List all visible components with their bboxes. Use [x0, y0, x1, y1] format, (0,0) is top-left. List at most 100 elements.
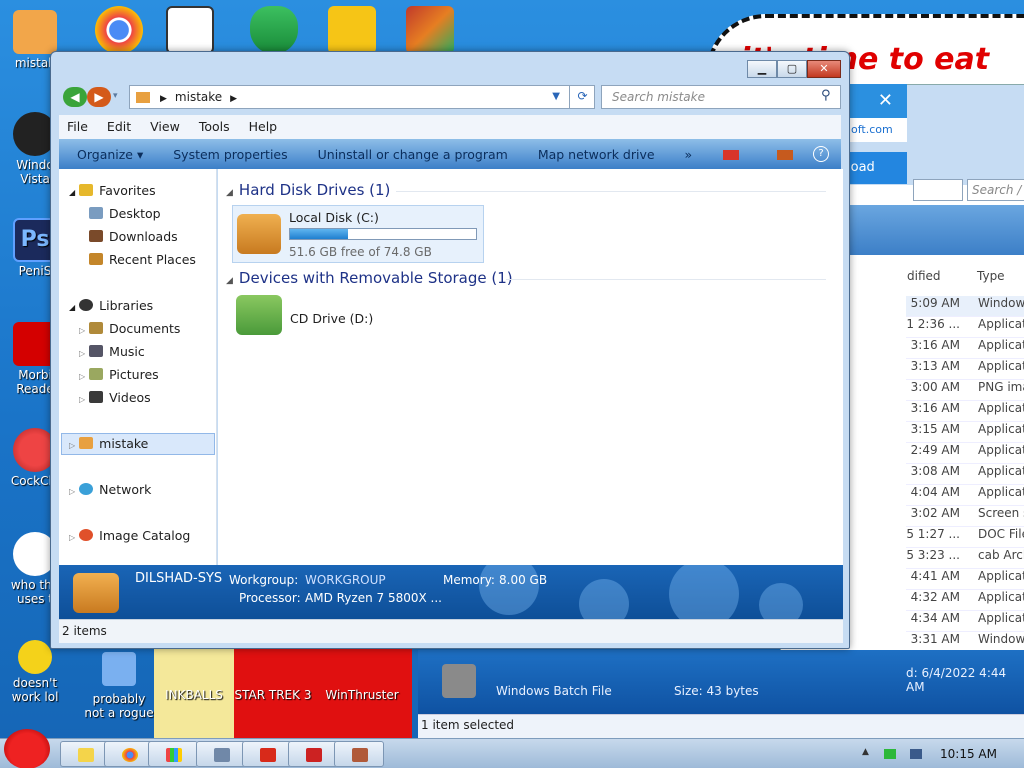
- expand-icon[interactable]: ▷: [69, 441, 75, 450]
- menu-tools[interactable]: Tools: [199, 119, 230, 139]
- nav-favorites[interactable]: ◢ Favorites: [69, 183, 156, 198]
- address-bar[interactable]: ▶ mistake ▶ ▼: [129, 85, 595, 109]
- bg-col-modified[interactable]: dified: [907, 269, 941, 283]
- address-dropdown-icon[interactable]: ▼: [552, 91, 560, 102]
- nav-music[interactable]: ▷ Music: [79, 344, 145, 359]
- group-hard-disk-drives[interactable]: ◢ Hard Disk Drives (1): [226, 181, 826, 199]
- app-icon-chrome[interactable]: [95, 6, 143, 54]
- collapse-group-icon[interactable]: ◢: [226, 188, 233, 198]
- start-button-icon[interactable]: [4, 729, 50, 768]
- nav-documents[interactable]: ▷ Documents: [79, 321, 180, 336]
- app-icon-bad-piggies[interactable]: [328, 6, 376, 54]
- nav-mistake[interactable]: ▷ mistake: [69, 436, 148, 451]
- help-icon[interactable]: ?: [813, 146, 829, 162]
- back-button[interactable]: ◀: [63, 87, 87, 107]
- taskbar-app-4[interactable]: [334, 741, 384, 767]
- menu-view[interactable]: View: [150, 119, 180, 139]
- map-network-drive-button[interactable]: Map network drive: [538, 147, 655, 169]
- search-icon[interactable]: ⚲: [821, 88, 831, 103]
- forward-button[interactable]: ▶: [87, 87, 111, 107]
- nav-libraries[interactable]: ◢ Libraries: [69, 298, 153, 313]
- nav-downloads[interactable]: Downloads: [89, 229, 178, 244]
- view-options-icon[interactable]: [723, 150, 739, 160]
- bg-file-row[interactable]: 2 4:34 AM Applicat: [906, 611, 1024, 632]
- battery-icon[interactable]: [884, 749, 896, 759]
- organize-button[interactable]: Organize ▾: [77, 147, 143, 169]
- expand-icon[interactable]: ▷: [79, 326, 85, 335]
- nav-recent-places[interactable]: Recent Places: [89, 252, 196, 267]
- desktop-icon-doesnt-work[interactable]: doesn't work lol: [0, 640, 70, 704]
- bg-file-row[interactable]: 2 2:49 AM Applicat: [906, 443, 1024, 464]
- bg-file-row[interactable]: 05 1:27 ... DOC File: [906, 527, 1024, 548]
- nav-desktop[interactable]: Desktop: [89, 206, 161, 221]
- uninstall-program-button[interactable]: Uninstall or change a program: [318, 147, 508, 169]
- taskbar-app-2[interactable]: [242, 741, 292, 767]
- refresh-icon[interactable]: ⟳: [569, 85, 595, 109]
- bg-col-type[interactable]: Type: [977, 269, 1005, 283]
- expand-icon[interactable]: ▷: [69, 533, 75, 542]
- group-removable-storage[interactable]: ◢ Devices with Removable Storage (1): [226, 269, 826, 287]
- bg-file-row[interactable]: 2 4:04 AM Applicat: [906, 485, 1024, 506]
- taskbar-chrome[interactable]: [104, 741, 154, 767]
- drive-d-name[interactable]: CD Drive (D:): [290, 311, 373, 326]
- bg-file-row[interactable]: 2 5:09 AM Window: [906, 296, 1024, 317]
- breadcrumb-sep-icon[interactable]: ▶: [230, 94, 237, 104]
- bg-file-row[interactable]: 2 3:16 AM Applicat: [906, 401, 1024, 422]
- expand-icon[interactable]: ▷: [79, 349, 85, 358]
- menu-edit[interactable]: Edit: [107, 119, 131, 139]
- minimize-button[interactable]: ▁: [747, 60, 777, 78]
- bg-file-row[interactable]: 2 4:32 AM Applicat: [906, 590, 1024, 611]
- search-input[interactable]: Search mistake: [601, 85, 841, 109]
- taskbar-app-1[interactable]: [196, 741, 246, 767]
- show-hidden-icons-icon[interactable]: ▲: [862, 747, 869, 757]
- menu-help[interactable]: Help: [249, 119, 278, 139]
- close-button[interactable]: ✕: [807, 60, 841, 78]
- menu-file[interactable]: File: [67, 119, 88, 139]
- bg-file-row[interactable]: 2 3:13 AM Applicat: [906, 359, 1024, 380]
- desktop-icon-star-trek-3[interactable]: STAR TREK 3: [234, 648, 312, 738]
- bg-file-row[interactable]: 05 3:23 ... cab Arch: [906, 548, 1024, 569]
- expand-icon[interactable]: ▷: [79, 372, 85, 381]
- nav-pictures[interactable]: ▷ Pictures: [79, 367, 159, 382]
- taskbar-app-3[interactable]: [288, 741, 338, 767]
- bg-search-input[interactable]: Search /: [967, 179, 1024, 201]
- dialog-link[interactable]: oft.com: [845, 118, 907, 142]
- app-icon-cube[interactable]: [406, 6, 454, 54]
- nav-network[interactable]: ▷ Network: [69, 482, 151, 497]
- taskbar-explorer[interactable]: [60, 741, 110, 767]
- bg-file-row[interactable]: 1 2:36 ... Applicat: [906, 317, 1024, 338]
- breadcrumb-mistake[interactable]: mistake: [175, 90, 222, 104]
- expand-icon[interactable]: ▷: [79, 395, 85, 404]
- collapse-icon[interactable]: ◢: [69, 188, 75, 197]
- maximize-button[interactable]: ▢: [777, 60, 807, 78]
- bg-file-row[interactable]: 2 3:02 AM Screen s: [906, 506, 1024, 527]
- desktop-icon-probably-not-a-rogue[interactable]: probably not a rogue: [84, 648, 154, 720]
- collapse-group-icon[interactable]: ◢: [226, 276, 233, 286]
- app-icon-solitaire[interactable]: [166, 6, 214, 54]
- preview-pane-icon[interactable]: [777, 150, 793, 160]
- dialog-download-button[interactable]: load: [845, 152, 907, 184]
- bg-file-row[interactable]: 2 3:00 AM PNG ima: [906, 380, 1024, 401]
- desktop-icon-winthruster[interactable]: WinThruster: [312, 648, 412, 738]
- bg-file-row[interactable]: 2 3:16 AM Applicat: [906, 338, 1024, 359]
- bg-file-row[interactable]: 2 4:41 AM Applicat: [906, 569, 1024, 590]
- app-icon-shield[interactable]: [250, 6, 298, 54]
- taskbar-windows[interactable]: [148, 741, 198, 767]
- bg-file-row[interactable]: 2 3:15 AM Applicat: [906, 422, 1024, 443]
- drive-local-disk-c[interactable]: Local Disk (C:) 51.6 GB free of 74.8 GB: [232, 205, 484, 263]
- recent-pages-icon[interactable]: ▾: [113, 91, 118, 101]
- expand-icon[interactable]: ▷: [69, 487, 75, 496]
- system-properties-button[interactable]: System properties: [173, 147, 287, 169]
- bg-file-row[interactable]: 2 3:08 AM Applicat: [906, 464, 1024, 485]
- taskbar: ▲ 10:15 AM: [0, 729, 1024, 768]
- more-commands-button[interactable]: »: [685, 147, 693, 169]
- collapse-icon[interactable]: ◢: [69, 303, 75, 312]
- desktop-icon-inkballs[interactable]: INKBALLS: [154, 648, 234, 738]
- cd-drive-icon[interactable]: [236, 295, 282, 335]
- dialog-close-button[interactable]: ✕: [845, 84, 907, 118]
- nav-image-catalog[interactable]: ▷ Image Catalog: [69, 528, 190, 543]
- nav-videos[interactable]: ▷ Videos: [79, 390, 151, 405]
- volume-icon[interactable]: [910, 749, 922, 759]
- clock[interactable]: 10:15 AM: [940, 747, 997, 761]
- bg-address-bar[interactable]: [913, 179, 963, 201]
